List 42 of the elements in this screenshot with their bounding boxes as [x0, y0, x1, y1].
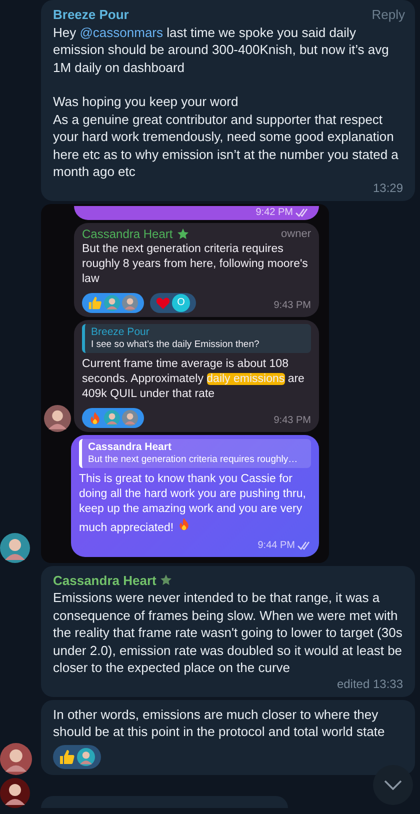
author-name: Cassandra Heart: [53, 572, 156, 589]
mention-link[interactable]: @cassonmars: [80, 24, 164, 40]
message-time: edited 13:33: [336, 676, 404, 690]
author-name: Cassandra Heart: [82, 226, 173, 242]
scroll-down-button[interactable]: [373, 765, 413, 805]
reaction-button[interactable]: O: [150, 292, 196, 312]
reaction-button[interactable]: [82, 408, 144, 428]
quote-author: Cassandra Heart: [88, 440, 172, 454]
message-time: 9:44 PM: [258, 538, 295, 552]
message-text: But the next generation criteria requires roughly 8 years from here, following moore's law: [82, 242, 309, 286]
reaction-button[interactable]: [53, 744, 101, 768]
message-time: 13:29: [372, 180, 404, 194]
reply-link[interactable]: Reply: [372, 6, 405, 24]
fire-icon: [176, 516, 191, 530]
message-time: 9:42 PM: [256, 206, 293, 220]
reaction-button[interactable]: [82, 292, 144, 312]
reply-quote[interactable]: Cassandra Heart But the next generation criteria requires roughly…: [79, 438, 311, 468]
quote-author: Breeze Pour: [91, 326, 150, 338]
quote-text: I see so what’s the daily Emission then?: [91, 338, 260, 350]
author-name: Breeze Pour: [53, 6, 129, 24]
chevron-down-icon: [384, 780, 402, 790]
message-text: Was hoping you keep your word As a genuine great contributor and supporter that respect your hard work tremendously, need some good explanation here etc as to why emission isn’t at the number you stated a month ago etc: [53, 93, 400, 180]
role-label: owner: [281, 226, 311, 242]
avatar: [77, 748, 95, 766]
quote-text: But the next generation criteria requires roughly…: [88, 454, 299, 466]
message-text: Emissions were never intended to be that range, it was a consequence of frames being slow. When we were met with the reality that frame rate wasn't going to lower to target (30s under 2.0), emission rate was doubled so it would at least be closer to the expected place on the curve: [53, 589, 404, 676]
heart-icon: [156, 296, 170, 310]
message-time: 9:43 PM: [274, 414, 311, 428]
avatar: [122, 294, 138, 310]
avatar: [104, 294, 120, 310]
thumbs-up-icon: [88, 296, 102, 310]
message-text: Hey @cassonmars last time we spoke you said daily emission should be around 300-400Knish, but now it’s avg 1M daily on dashboard: [53, 24, 390, 76]
message-text: Current frame time average is about 108 seconds. Approximately daily emissions are 409k QUIL under that rate: [82, 356, 306, 402]
avatar: [104, 410, 120, 426]
message-time: 9:43 PM: [274, 298, 311, 312]
message-text: This is great to know thank you Cassie for doing all the hard work you are pushing thru, keep up the amazing work and you are very much appreciated!: [79, 472, 307, 536]
fire-icon: [88, 410, 102, 424]
message-text: In other words, emissions are much closer to where they should be at this point in the protocol and total world state: [53, 706, 386, 740]
avatar: [122, 410, 138, 426]
reply-quote[interactable]: Breeze Pour I see so what’s the daily Emission then?: [82, 324, 311, 352]
thumbs-up-icon: [59, 748, 75, 764]
avatar: O: [172, 294, 190, 312]
